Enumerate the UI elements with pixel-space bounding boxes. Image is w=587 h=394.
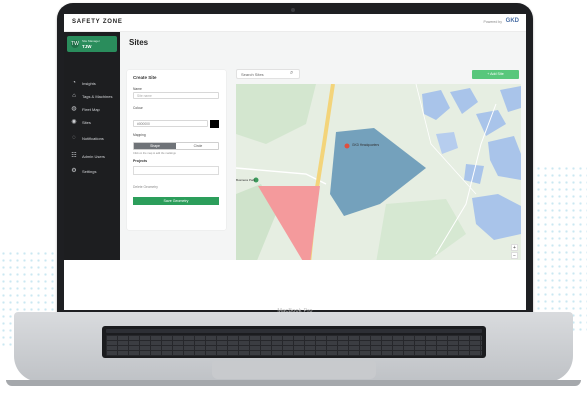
mapping-label: Mapping <box>133 133 146 137</box>
bell-icon: ◌ <box>72 135 76 141</box>
decorative-dots-right <box>528 165 587 335</box>
sidebar-item-admin-users[interactable]: ☷ Admin Users <box>70 152 118 160</box>
create-site-form: Create Site Name Colour Mapping Shape Ci… <box>127 70 226 230</box>
add-site-button[interactable]: + Add Site <box>472 70 519 79</box>
sidebar-item-label: Notifications <box>82 136 104 141</box>
laptop-base <box>14 312 573 382</box>
projects-label: Projects <box>133 159 148 163</box>
colour-swatch[interactable] <box>210 120 219 128</box>
page-title: Sites <box>129 38 149 47</box>
touch-bar <box>106 329 482 333</box>
user-name: TJW <box>82 44 92 49</box>
powered-by-text: Powered by <box>483 20 502 24</box>
sidebar-item-sites[interactable]: ◉ Sites <box>70 118 118 126</box>
laptop-base-lip <box>6 380 581 386</box>
sidebar-item-label: Tags & Machines <box>82 94 113 99</box>
sidebar-item-fleet-map[interactable]: ◍ Fleet Map <box>70 105 118 113</box>
trackpad <box>212 361 376 379</box>
search-icon[interactable]: ⌕ <box>290 70 293 77</box>
keyboard-keys <box>106 335 482 356</box>
map-marker-label: Business Park <box>236 178 256 182</box>
laptop-lid: SAFETY ZONE Powered by GKD TW Site Manag… <box>57 3 533 318</box>
users-icon: ☷ <box>71 153 77 159</box>
zoom-in-button[interactable]: + <box>511 244 518 251</box>
sidebar-item-settings[interactable]: ⚙ Settings <box>70 167 118 175</box>
tag-icon: ⌂ <box>72 93 76 99</box>
sidebar-item-label: Settings <box>82 169 97 174</box>
sidebar-item-label: Fleet Map <box>82 107 100 112</box>
laptop-screen: SAFETY ZONE Powered by GKD TW Site Manag… <box>64 14 526 310</box>
save-geometry-button[interactable]: Save Geometry <box>133 197 219 205</box>
main-content: Sites Create Site Name Colour Mapping Sh… <box>120 32 526 263</box>
camera <box>291 8 295 12</box>
brand-logo: GKD <box>505 18 519 24</box>
projects-field[interactable] <box>133 166 219 175</box>
sidebar-item-notifications[interactable]: ◌ Notifications <box>70 134 118 142</box>
sidebar-item-tags-machines[interactable]: ⌂ Tags & Machines <box>70 92 118 100</box>
map-marker-label: GKD Headquarters <box>352 143 380 147</box>
avatar: TW <box>71 40 79 48</box>
location-icon: ◉ <box>71 119 77 125</box>
keyboard <box>102 326 486 358</box>
mapping-hint: Click on the map to add the markings <box>133 152 176 155</box>
user-card[interactable]: TW Site Manager TJW <box>67 36 117 52</box>
chart-icon: ◔ <box>72 80 76 86</box>
form-title: Create Site <box>133 75 157 80</box>
map-canvas[interactable] <box>236 84 521 263</box>
app-logo: SAFETY ZONE <box>72 19 123 25</box>
site-map[interactable]: GKD Headquarters Business Park + − <box>236 84 521 263</box>
colour-input[interactable] <box>133 120 208 127</box>
sidebar-item-label: Admin Users <box>82 154 105 159</box>
name-label: Name <box>133 87 142 91</box>
app-header: SAFETY ZONE Powered by GKD <box>64 14 526 32</box>
delete-geometry-link[interactable]: Delete Geometry <box>133 185 158 189</box>
map-marker-icon[interactable] <box>344 143 350 149</box>
sidebar: TW Site Manager TJW ◔ Insights ⌂ Tags & … <box>64 32 120 260</box>
sidebar-item-label: Insights <box>82 81 96 86</box>
mapping-circle-button[interactable]: Circle <box>177 143 218 149</box>
sidebar-item-insights[interactable]: ◔ Insights <box>70 79 118 87</box>
user-role: Site Manager <box>82 39 100 43</box>
zoom-out-button[interactable]: − <box>511 252 518 259</box>
gear-icon: ⚙ <box>71 168 77 174</box>
site-name-input[interactable] <box>133 92 219 99</box>
screen-blank-area <box>64 260 526 310</box>
globe-icon: ◍ <box>71 106 77 112</box>
colour-label: Colour <box>133 106 143 110</box>
mapping-toggle: Shape Circle <box>133 142 219 150</box>
mapping-shape-button[interactable]: Shape <box>134 143 176 149</box>
sidebar-item-label: Sites <box>82 120 91 125</box>
